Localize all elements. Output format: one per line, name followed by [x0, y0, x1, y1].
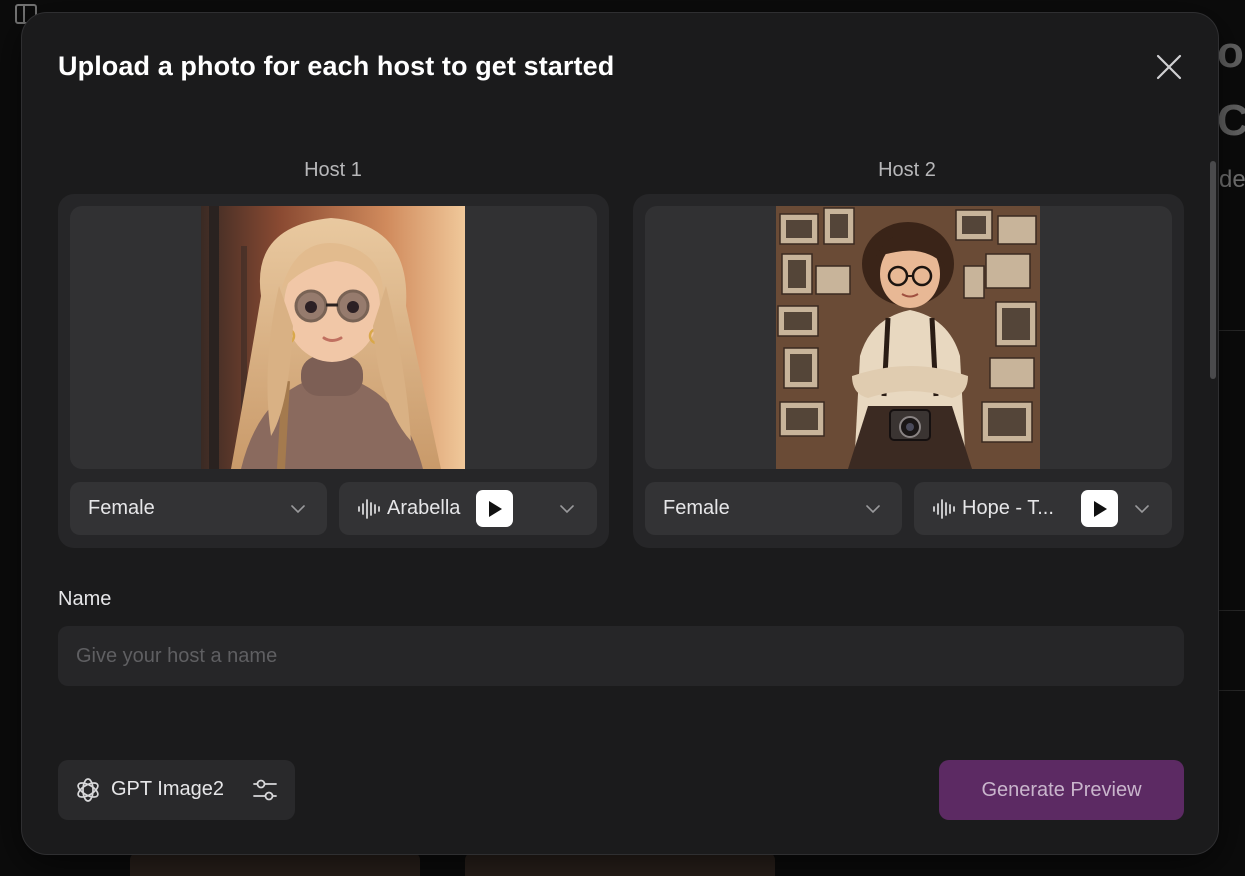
host-1-play-button[interactable]	[476, 490, 513, 527]
host-1-label: Host 1	[304, 159, 362, 181]
play-icon	[489, 501, 502, 517]
host-2-voice-select[interactable]: Hope - T...	[914, 482, 1172, 535]
chevron-down-icon	[1135, 505, 1149, 514]
sliders-icon[interactable]	[251, 776, 279, 804]
host-1-photo-area[interactable]	[70, 206, 597, 469]
host-1-photo	[201, 206, 465, 469]
chevron-down-icon	[291, 505, 305, 514]
play-icon	[1094, 501, 1107, 517]
background-card	[465, 852, 775, 876]
close-icon[interactable]	[1153, 51, 1185, 83]
host-2-play-button[interactable]	[1081, 490, 1118, 527]
model-label: GPT Image2	[111, 778, 225, 800]
host-2-gender-select[interactable]: Female	[645, 482, 902, 535]
sound-wave-icon	[358, 499, 380, 519]
chevron-down-icon	[560, 505, 574, 514]
host-1-voice-value: Arabella	[387, 497, 461, 519]
host-1-card: Female Arabella	[58, 194, 609, 548]
host-name-input[interactable]	[58, 626, 1184, 686]
scrollbar[interactable]	[1210, 161, 1216, 379]
model-select-button[interactable]: GPT Image2	[58, 760, 295, 820]
chevron-down-icon	[866, 505, 880, 514]
background-card	[130, 852, 420, 876]
modal-title: Upload a photo for each host to get star…	[58, 51, 615, 81]
upload-hosts-modal: Upload a photo for each host to get star…	[21, 12, 1219, 855]
host-2-photo-area[interactable]	[645, 206, 1172, 469]
openai-logo-icon	[77, 778, 99, 802]
host-2-gender-value: Female	[663, 497, 730, 519]
host-2-photo	[776, 206, 1040, 469]
sound-wave-icon	[933, 499, 955, 519]
host-1-voice-select[interactable]: Arabella	[339, 482, 597, 535]
host-2-label: Host 2	[878, 159, 936, 181]
host-2-voice-value: Hope - T...	[962, 497, 1054, 519]
generate-preview-button[interactable]: Generate Preview	[939, 760, 1184, 820]
host-1-gender-value: Female	[88, 497, 155, 519]
background-page: o C de	[1215, 0, 1245, 876]
name-label: Name	[58, 588, 112, 610]
host-1-gender-select[interactable]: Female	[70, 482, 327, 535]
host-2-card: Female Hope - T...	[633, 194, 1184, 548]
